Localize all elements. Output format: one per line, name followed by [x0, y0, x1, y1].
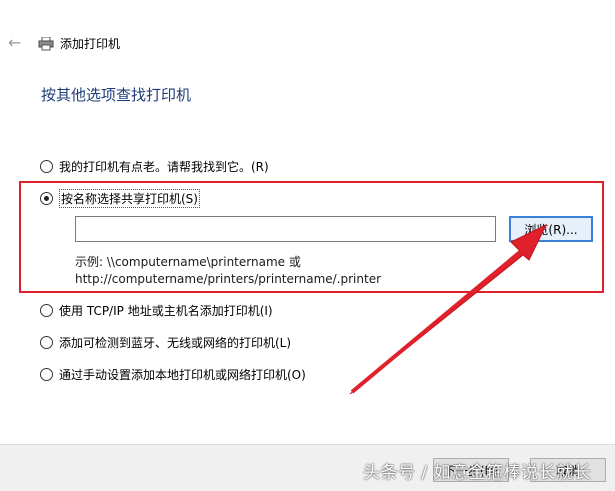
back-arrow-icon[interactable]: ←: [8, 35, 24, 51]
radio-button[interactable]: [40, 303, 53, 317]
option-label: 使用 TCP/IP 地址或主机名添加打印机(I): [59, 303, 273, 318]
option-tcp-ip[interactable]: 使用 TCP/IP 地址或主机名添加打印机(I): [40, 301, 273, 319]
highlight-box: [19, 181, 604, 293]
watermark-text: 头条号 / 如意金箍棒说长就长: [363, 463, 592, 483]
radio-button[interactable]: [40, 159, 53, 173]
printer-icon: [38, 37, 54, 51]
option-bluetooth-wireless[interactable]: 添加可检测到蓝牙、无线或网络的打印机(L): [40, 333, 291, 351]
option-label: 添加可检测到蓝牙、无线或网络的打印机(L): [59, 335, 292, 350]
window-title: 添加打印机: [60, 37, 121, 51]
option-label: 我的打印机有点老。请帮我找到它。(R): [59, 159, 269, 174]
radio-button[interactable]: [40, 367, 53, 381]
page-heading: 按其他选项查找打印机: [41, 86, 192, 104]
radio-button[interactable]: [40, 335, 53, 349]
option-label: 通过手动设置添加本地打印机或网络打印机(O): [59, 367, 306, 382]
option-old-printer[interactable]: 我的打印机有点老。请帮我找到它。(R): [40, 157, 269, 175]
option-manual-local[interactable]: 通过手动设置添加本地打印机或网络打印机(O): [40, 365, 306, 383]
